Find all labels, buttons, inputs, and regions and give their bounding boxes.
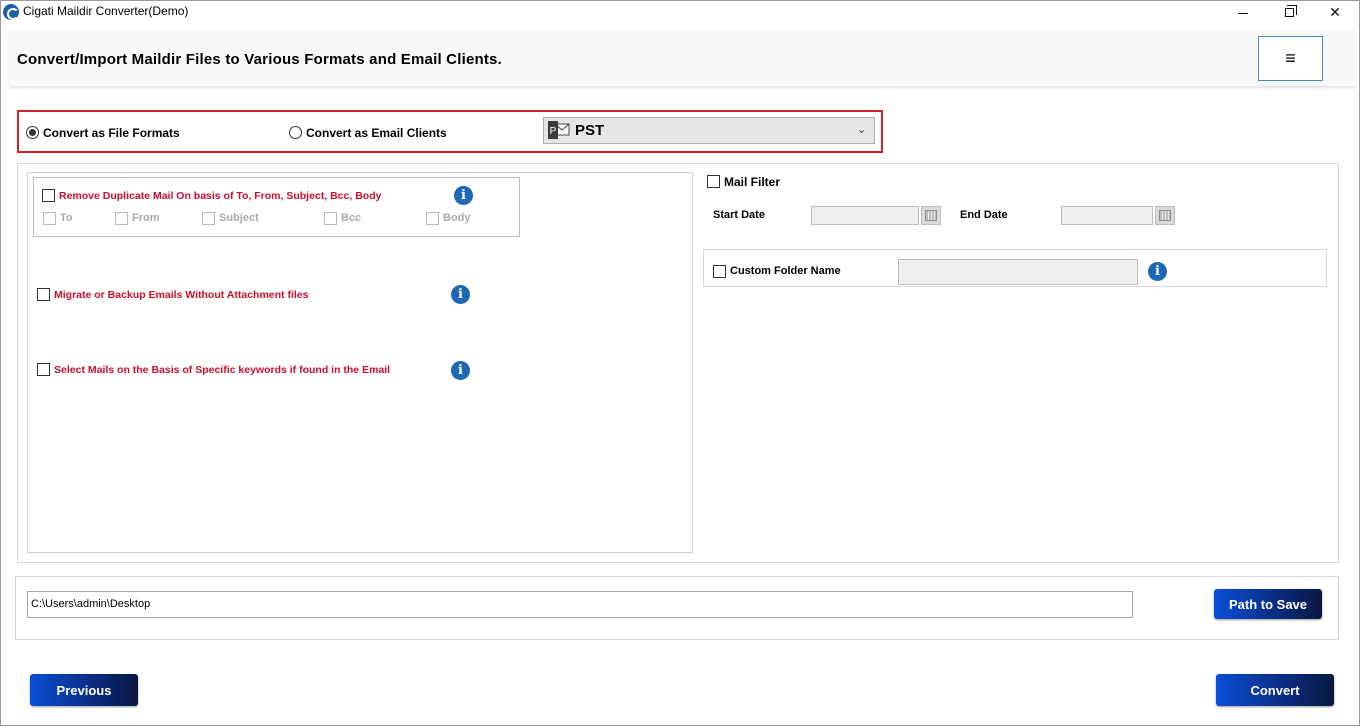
- duplicate-from-checkbox[interactable]: [115, 212, 128, 225]
- page-title: Convert/Import Maildir Files to Various …: [17, 51, 502, 68]
- radio-email-clients-label[interactable]: Convert as Email Clients: [306, 126, 447, 140]
- convert-button[interactable]: Convert: [1216, 674, 1334, 706]
- title-bar: [0, 0, 1360, 24]
- hamburger-menu-button[interactable]: ≡: [1258, 36, 1323, 81]
- format-select-value: PST: [575, 122, 605, 139]
- duplicate-filter-group: [33, 177, 520, 237]
- duplicate-body-label: Body: [443, 212, 471, 224]
- duplicate-subject-label: Subject: [219, 212, 259, 224]
- restore-icon: [1284, 4, 1297, 17]
- duplicate-subject-checkbox[interactable]: [202, 212, 215, 225]
- duplicate-body-checkbox[interactable]: [426, 212, 439, 225]
- svg-text:P: P: [550, 126, 557, 137]
- mail-filter-checkbox[interactable]: [707, 175, 720, 188]
- info-icon[interactable]: i: [454, 186, 473, 205]
- maximize-button[interactable]: [1266, 0, 1312, 24]
- end-date-calendar-button[interactable]: [1155, 206, 1175, 225]
- duplicate-to-checkbox[interactable]: [43, 212, 56, 225]
- remove-duplicate-checkbox[interactable]: [42, 189, 55, 202]
- chevron-down-icon[interactable]: ⌄: [857, 123, 866, 136]
- custom-folder-label: Custom Folder Name: [730, 265, 841, 277]
- radio-file-formats[interactable]: [26, 126, 39, 139]
- destination-path-input[interactable]: C:\Users\admin\Desktop: [27, 591, 1133, 618]
- end-date-field[interactable]: [1061, 206, 1153, 225]
- info-icon[interactable]: i: [451, 361, 470, 380]
- keywords-checkbox[interactable]: [37, 363, 50, 376]
- custom-folder-checkbox[interactable]: [713, 265, 726, 278]
- calendar-icon: [1159, 210, 1171, 221]
- path-to-save-button[interactable]: Path to Save: [1214, 589, 1322, 619]
- close-icon: ✕: [1329, 3, 1341, 20]
- window-title: Cigati Maildir Converter(Demo): [23, 4, 189, 18]
- close-button[interactable]: ✕: [1312, 0, 1358, 24]
- custom-folder-input[interactable]: [898, 259, 1138, 285]
- radio-email-clients[interactable]: [289, 126, 302, 139]
- duplicate-from-label: From: [132, 212, 160, 224]
- minimize-icon: [1238, 12, 1248, 14]
- keywords-label: Select Mails on the Basis of Specific ke…: [54, 364, 391, 376]
- info-icon[interactable]: i: [1148, 262, 1167, 281]
- start-date-calendar-button[interactable]: [921, 206, 941, 225]
- app-logo-icon: [3, 4, 19, 20]
- end-date-label: End Date: [960, 209, 1008, 221]
- remove-duplicate-label: Remove Duplicate Mail On basis of To, Fr…: [59, 190, 382, 202]
- duplicate-bcc-label: Bcc: [341, 212, 362, 224]
- without-attachment-checkbox[interactable]: [37, 288, 50, 301]
- duplicate-bcc-checkbox[interactable]: [324, 212, 337, 225]
- duplicate-to-label: To: [60, 212, 73, 224]
- start-date-field[interactable]: [811, 206, 919, 225]
- minimize-button[interactable]: [1220, 0, 1266, 24]
- calendar-icon: [925, 210, 937, 221]
- outlook-pst-icon: P: [548, 121, 570, 139]
- previous-button[interactable]: Previous: [30, 674, 138, 706]
- radio-file-formats-label[interactable]: Convert as File Formats: [43, 126, 180, 140]
- info-icon[interactable]: i: [451, 285, 470, 304]
- without-attachment-label: Migrate or Backup Emails Without Attachm…: [54, 289, 309, 301]
- mail-filter-label: Mail Filter: [724, 175, 781, 189]
- hamburger-icon: ≡: [1285, 48, 1296, 68]
- start-date-label: Start Date: [713, 209, 765, 221]
